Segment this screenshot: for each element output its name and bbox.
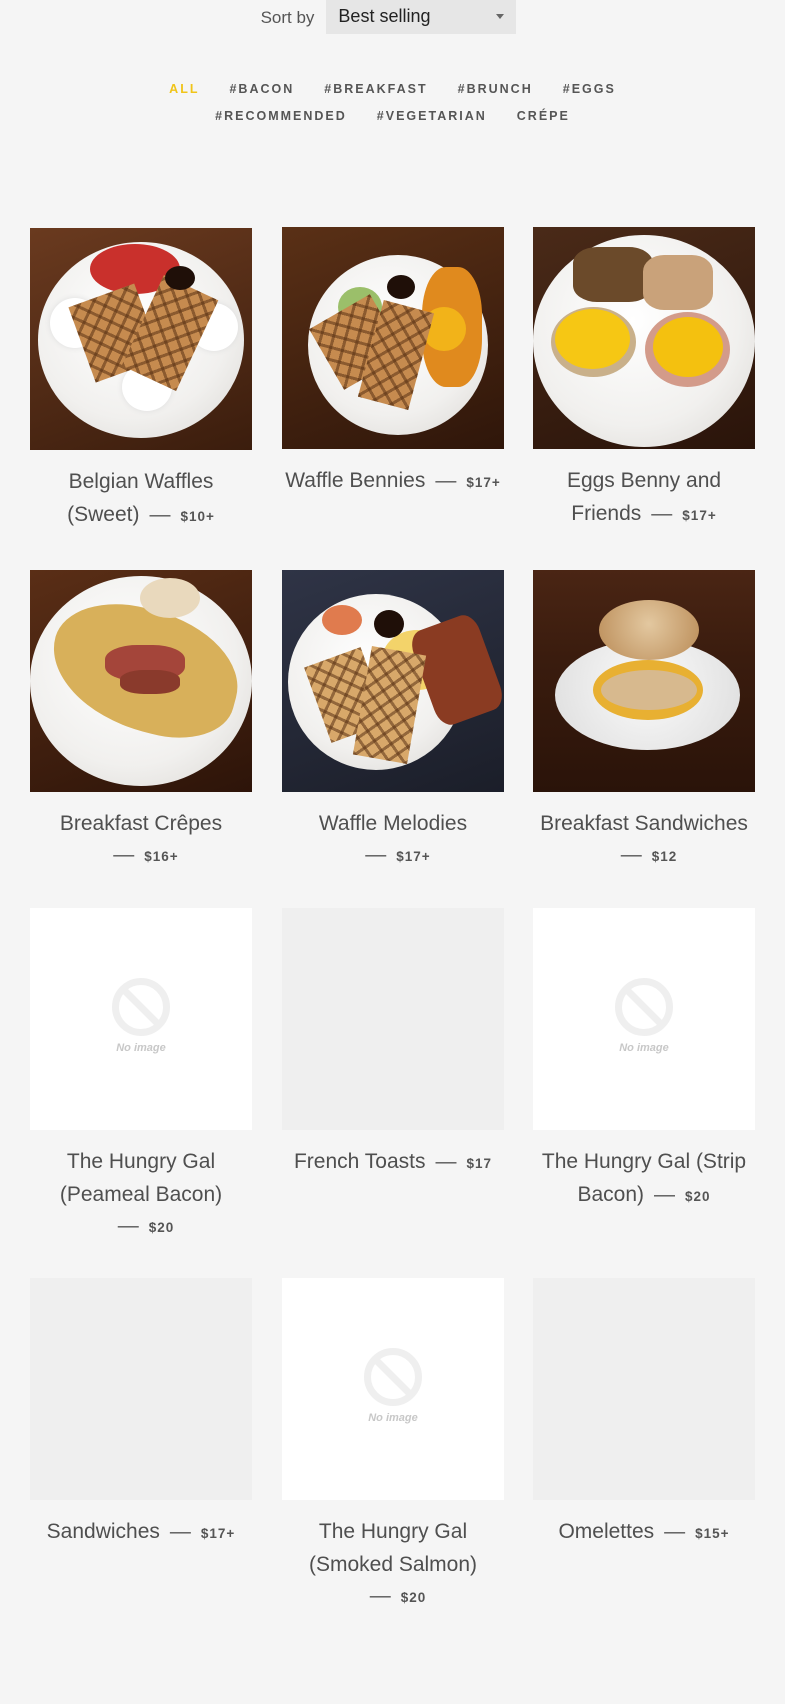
product-card[interactable]: No image The Hungry Gal (Peameal Bacon) —…: [30, 908, 252, 1243]
product-price: $17+: [200, 1526, 236, 1541]
product-card[interactable]: Belgian Waffles (Sweet) — $10+: [30, 228, 252, 533]
product-card[interactable]: No image The Hungry Gal (Strip Bacon) — $2…: [533, 908, 755, 1213]
no-image-icon: [112, 978, 170, 1036]
tag-crepe[interactable]: CRÉPE: [517, 109, 570, 136]
product-title[interactable]: The Hungry Gal (Smoked Salmon) — $20: [282, 1515, 504, 1613]
product-card[interactable]: French Toasts — $17: [282, 908, 504, 1180]
sort-select-value: Best selling: [338, 5, 431, 26]
product-price: $16+: [144, 849, 179, 864]
product-price: $17+: [466, 475, 501, 490]
sort-label: Sort by: [260, 8, 315, 27]
product-image-empty[interactable]: [282, 908, 504, 1130]
product-title[interactable]: Omelettes — $15+: [533, 1515, 755, 1550]
product-title[interactable]: The Hungry Gal (Strip Bacon) — $20: [533, 1145, 755, 1213]
product-image-waffle-bennies[interactable]: [282, 227, 504, 449]
product-title[interactable]: French Toasts — $17: [282, 1145, 504, 1180]
product-title[interactable]: Eggs Benny and Friends — $17+: [533, 464, 755, 532]
product-card[interactable]: Waffle Bennies — $17+: [282, 227, 504, 499]
product-card[interactable]: Breakfast Crêpes — $16+: [30, 570, 252, 872]
product-price: $20: [685, 1189, 711, 1204]
product-card[interactable]: No image The Hungry Gal (Smoked Salmon) —…: [282, 1278, 504, 1613]
tag-filter: ALL #BACON #BREAKFAST #BRUNCH #EGGS #REC…: [0, 82, 785, 136]
tag-eggs[interactable]: #EGGS: [563, 82, 616, 109]
product-image-eggs-benny[interactable]: [533, 227, 755, 449]
product-image-empty[interactable]: [533, 1278, 755, 1500]
product-title[interactable]: Waffle Melodies — $17+: [282, 807, 504, 872]
product-image-breakfast-crepes[interactable]: [30, 570, 252, 792]
product-card[interactable]: Eggs Benny and Friends — $17+: [533, 227, 755, 532]
product-card[interactable]: Sandwiches — $17+: [30, 1278, 252, 1550]
product-card[interactable]: Breakfast Sandwiches — $12: [533, 570, 755, 872]
product-card[interactable]: Omelettes — $15+: [533, 1278, 755, 1550]
product-title[interactable]: Breakfast Sandwiches — $12: [533, 807, 755, 872]
product-price: $17: [466, 1156, 493, 1171]
product-price: $12: [651, 849, 678, 864]
tag-recommended[interactable]: #RECOMMENDED: [215, 109, 347, 136]
sort-bar: Sort by Best selling: [0, 0, 785, 36]
product-image-placeholder[interactable]: No image: [282, 1278, 504, 1500]
product-price: $17+: [396, 849, 431, 864]
tag-breakfast[interactable]: #BREAKFAST: [324, 82, 427, 109]
product-image-placeholder[interactable]: No image: [30, 908, 252, 1130]
chevron-down-icon: [496, 13, 505, 19]
product-price: $20: [400, 1590, 427, 1605]
tag-brunch[interactable]: #BRUNCH: [458, 82, 533, 109]
product-title[interactable]: Belgian Waffles (Sweet) — $10+: [30, 465, 252, 533]
tag-all[interactable]: ALL: [169, 82, 199, 109]
tag-vegetarian[interactable]: #VEGETARIAN: [377, 109, 487, 136]
product-title[interactable]: Waffle Bennies — $17+: [282, 464, 504, 499]
product-title[interactable]: The Hungry Gal (Peameal Bacon) — $20: [30, 1145, 252, 1243]
no-image-icon: [364, 1348, 422, 1406]
product-image-belgian-waffles[interactable]: [30, 228, 252, 450]
product-price: $20: [148, 1220, 175, 1235]
product-image-empty[interactable]: [30, 1278, 252, 1500]
product-image-waffle-melodies[interactable]: [282, 570, 504, 792]
tag-bacon[interactable]: #BACON: [229, 82, 294, 109]
product-price: $10+: [180, 509, 215, 524]
product-price: $15+: [695, 1526, 730, 1541]
no-image-icon: [615, 978, 673, 1036]
product-title[interactable]: Breakfast Crêpes — $16+: [30, 807, 252, 872]
product-image-placeholder[interactable]: No image: [533, 908, 755, 1130]
product-image-breakfast-sandwiches[interactable]: [533, 570, 755, 792]
sort-select[interactable]: Best selling: [326, 0, 517, 34]
product-card[interactable]: Waffle Melodies — $17+: [282, 570, 504, 872]
product-title[interactable]: Sandwiches — $17+: [30, 1515, 252, 1550]
product-price: $17+: [682, 508, 717, 523]
